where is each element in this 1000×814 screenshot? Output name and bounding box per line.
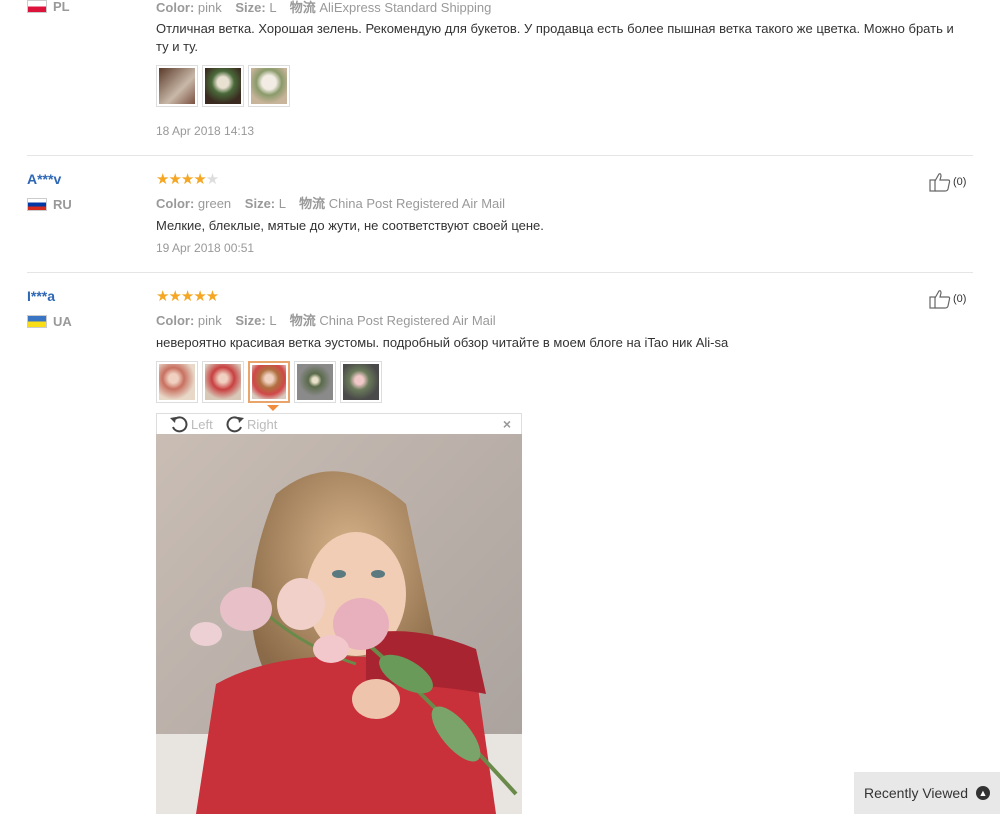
review-photo-large bbox=[156, 434, 522, 814]
review-text: Отличная ветка. Хорошая зелень. Рекоменд… bbox=[156, 21, 954, 54]
review-attributes: Color: pink Size: L 物流 China Post Regist… bbox=[156, 313, 496, 328]
flag-ru-icon bbox=[27, 198, 47, 211]
image-viewer-toolbar: Left Right × bbox=[156, 413, 522, 434]
flag-pl-icon bbox=[27, 0, 47, 13]
chevron-up-icon: ▲ bbox=[976, 786, 991, 800]
like-button[interactable]: (0) bbox=[929, 172, 966, 192]
reviewer-name[interactable]: A***v bbox=[27, 171, 61, 187]
reviewer-country: RU bbox=[27, 197, 72, 212]
divider bbox=[27, 155, 973, 156]
review-photo-image bbox=[156, 434, 522, 814]
reviewer-country: PL bbox=[27, 0, 70, 14]
review-attributes: Color: green Size: L 物流 China Post Regis… bbox=[156, 196, 506, 211]
reviewer-country: UA bbox=[27, 314, 72, 329]
review-photo-thumb[interactable] bbox=[202, 361, 244, 403]
review-photo-thumb[interactable] bbox=[156, 361, 198, 403]
review-photo-thumb[interactable] bbox=[340, 361, 382, 403]
close-icon[interactable]: × bbox=[503, 416, 511, 432]
review-photo-thumb[interactable] bbox=[294, 361, 336, 403]
active-thumb-caret bbox=[267, 405, 279, 411]
rating-stars: ★★★★★ bbox=[156, 288, 219, 305]
recently-viewed-button[interactable]: Recently Viewed ▲ bbox=[854, 772, 1000, 814]
rating-stars: ★★★★★ bbox=[156, 171, 219, 188]
review-photo-thumb[interactable] bbox=[248, 65, 290, 107]
review-date: 19 Apr 2018 00:51 bbox=[156, 241, 255, 255]
rotate-right-button[interactable]: Right bbox=[225, 415, 277, 433]
rotate-right-icon bbox=[226, 416, 244, 433]
like-button[interactable]: (0) bbox=[929, 289, 966, 309]
review-text: невероятно красивая ветка эустомы. подро… bbox=[156, 335, 729, 350]
review-photos bbox=[156, 65, 290, 107]
rotate-left-icon bbox=[170, 416, 188, 433]
divider bbox=[27, 272, 973, 273]
flag-ua-icon bbox=[27, 315, 47, 328]
review-attributes: Color: pink Size: L 物流 AliExpress Standa… bbox=[156, 0, 492, 15]
review-text: Мелкие, блеклые, мятые до жути, не соотв… bbox=[156, 218, 544, 233]
review-photos bbox=[156, 361, 382, 403]
rotate-left-button[interactable]: Left bbox=[169, 415, 213, 433]
thumbs-up-icon bbox=[929, 290, 951, 309]
review-photo-thumb-active[interactable] bbox=[248, 361, 290, 403]
review-photo-thumb[interactable] bbox=[156, 65, 198, 107]
thumbs-up-icon bbox=[929, 173, 951, 192]
review-date: 18 Apr 2018 14:13 bbox=[156, 124, 255, 138]
reviewer-name[interactable]: I***a bbox=[27, 288, 55, 304]
review-photo-thumb[interactable] bbox=[202, 65, 244, 107]
